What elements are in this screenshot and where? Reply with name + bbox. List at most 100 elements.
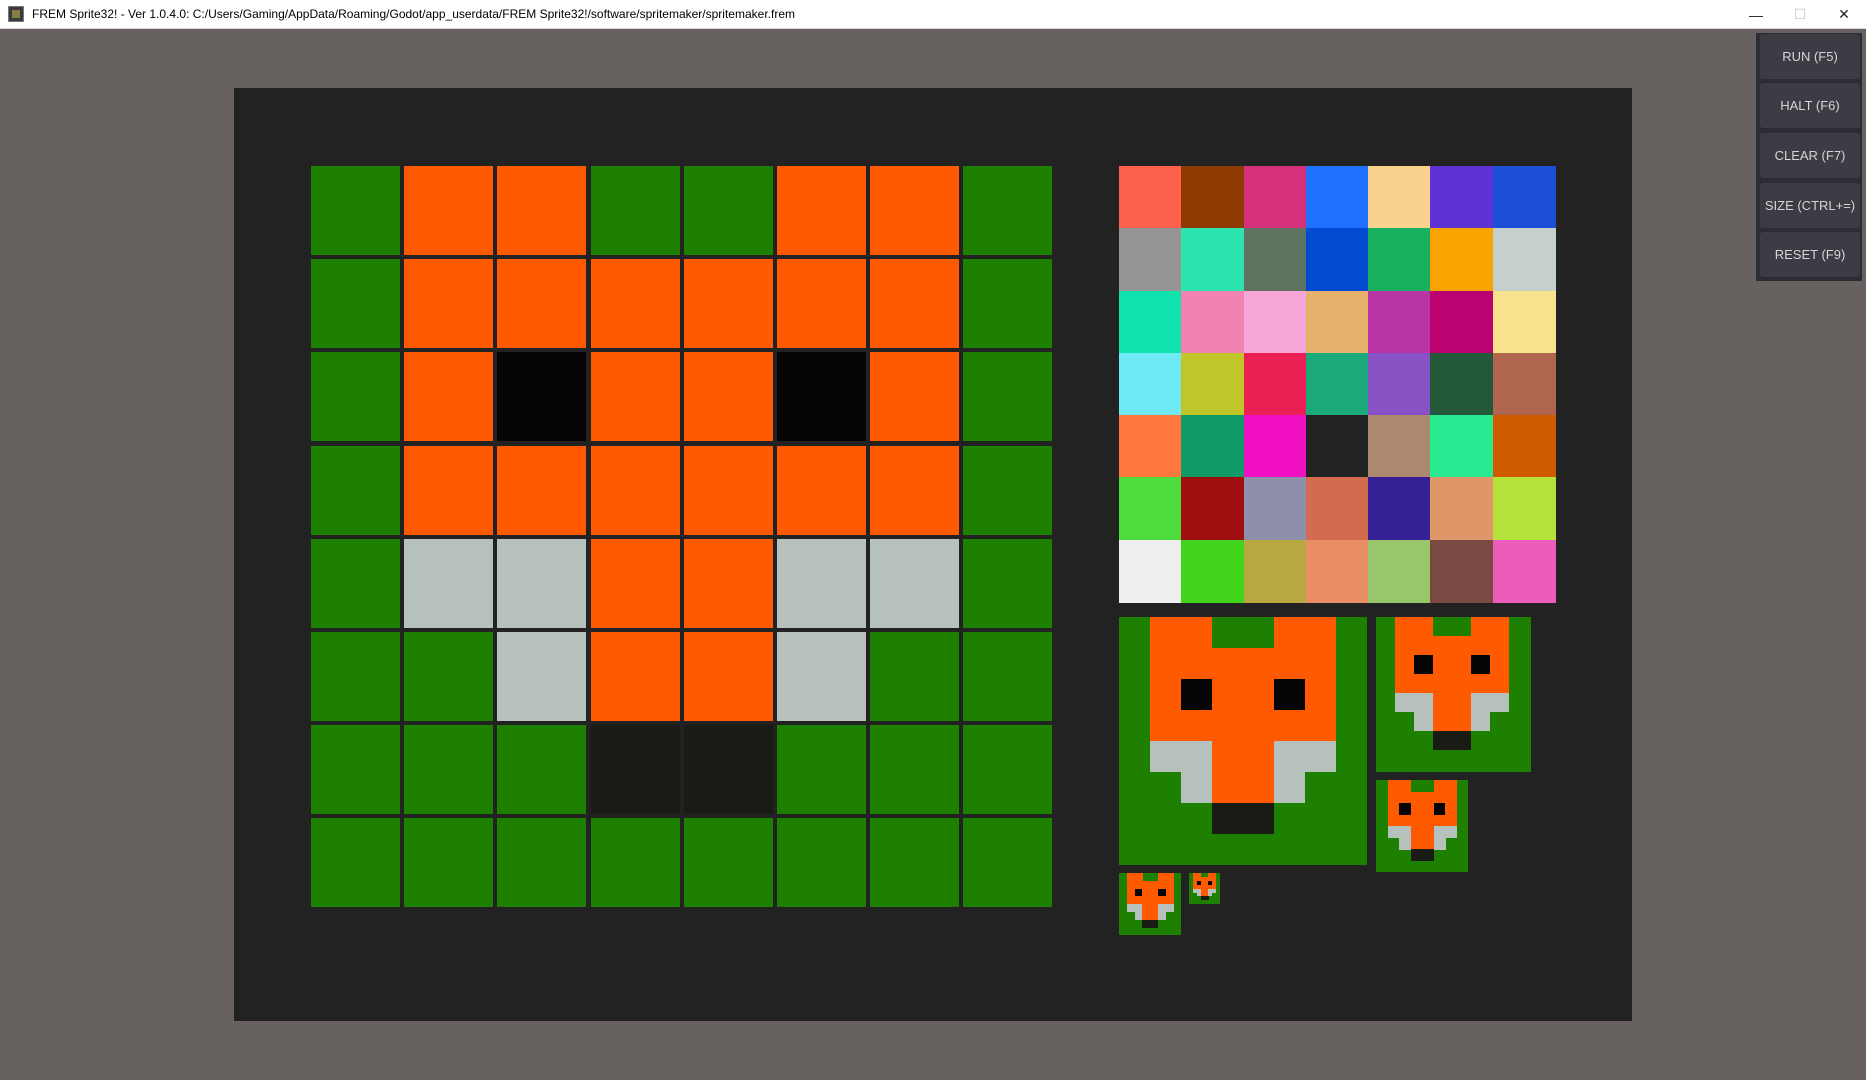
palette-swatch[interactable]: [1244, 477, 1307, 540]
palette-swatch[interactable]: [1430, 291, 1493, 354]
pixel-cell[interactable]: [777, 166, 866, 255]
pixel-cell[interactable]: [591, 446, 680, 535]
pixel-cell[interactable]: [684, 166, 773, 255]
maximize-button[interactable]: ☐: [1778, 0, 1822, 29]
pixel-cell[interactable]: [963, 352, 1052, 441]
palette-swatch[interactable]: [1493, 415, 1556, 478]
pixel-cell[interactable]: [404, 166, 493, 255]
pixel-cell[interactable]: [404, 632, 493, 721]
palette-swatch[interactable]: [1181, 540, 1244, 603]
pixel-cell[interactable]: [497, 632, 586, 721]
palette-swatch[interactable]: [1244, 291, 1307, 354]
palette-swatch[interactable]: [1181, 477, 1244, 540]
pixel-cell[interactable]: [870, 259, 959, 348]
pixel-cell[interactable]: [404, 352, 493, 441]
close-button[interactable]: ✕: [1822, 0, 1866, 29]
palette-swatch[interactable]: [1368, 477, 1431, 540]
pixel-cell[interactable]: [591, 818, 680, 907]
pixel-cell[interactable]: [684, 725, 773, 814]
pixel-cell[interactable]: [404, 446, 493, 535]
palette-swatch[interactable]: [1430, 166, 1493, 229]
palette-swatch[interactable]: [1181, 353, 1244, 416]
palette-swatch[interactable]: [1119, 291, 1182, 354]
pixel-cell[interactable]: [684, 259, 773, 348]
pixel-cell[interactable]: [404, 539, 493, 628]
palette-swatch[interactable]: [1181, 228, 1244, 291]
pixel-cell[interactable]: [870, 539, 959, 628]
palette-swatch[interactable]: [1119, 166, 1182, 229]
palette-swatch[interactable]: [1244, 166, 1307, 229]
pixel-cell[interactable]: [963, 632, 1052, 721]
palette-swatch[interactable]: [1493, 477, 1556, 540]
pixel-cell[interactable]: [497, 539, 586, 628]
pixel-cell[interactable]: [684, 352, 773, 441]
pixel-cell[interactable]: [404, 725, 493, 814]
palette-swatch[interactable]: [1306, 540, 1369, 603]
minimize-button[interactable]: —: [1734, 0, 1778, 29]
pixel-cell[interactable]: [404, 259, 493, 348]
pixel-cell[interactable]: [591, 166, 680, 255]
pixel-cell[interactable]: [497, 446, 586, 535]
palette-swatch[interactable]: [1430, 540, 1493, 603]
palette-swatch[interactable]: [1306, 228, 1369, 291]
palette-swatch[interactable]: [1244, 540, 1307, 603]
clear-button[interactable]: CLEAR (F7): [1760, 133, 1860, 178]
pixel-cell[interactable]: [497, 725, 586, 814]
pixel-cell[interactable]: [870, 818, 959, 907]
pixel-cell[interactable]: [591, 539, 680, 628]
pixel-cell[interactable]: [870, 632, 959, 721]
pixel-cell[interactable]: [777, 818, 866, 907]
pixel-cell[interactable]: [963, 818, 1052, 907]
palette-swatch[interactable]: [1119, 353, 1182, 416]
pixel-cell[interactable]: [870, 446, 959, 535]
palette-swatch[interactable]: [1493, 166, 1556, 229]
pixel-cell[interactable]: [870, 166, 959, 255]
palette-swatch[interactable]: [1306, 477, 1369, 540]
pixel-cell[interactable]: [497, 352, 586, 441]
palette-swatch[interactable]: [1368, 353, 1431, 416]
pixel-cell[interactable]: [311, 539, 400, 628]
palette-swatch[interactable]: [1430, 415, 1493, 478]
pixel-cell[interactable]: [963, 166, 1052, 255]
pixel-cell[interactable]: [591, 259, 680, 348]
pixel-cell[interactable]: [497, 818, 586, 907]
pixel-cell[interactable]: [311, 166, 400, 255]
pixel-cell[interactable]: [963, 446, 1052, 535]
pixel-cell[interactable]: [777, 259, 866, 348]
pixel-cell[interactable]: [311, 725, 400, 814]
pixel-cell[interactable]: [311, 446, 400, 535]
pixel-cell[interactable]: [497, 166, 586, 255]
palette-swatch[interactable]: [1181, 166, 1244, 229]
pixel-cell[interactable]: [311, 632, 400, 721]
pixel-cell[interactable]: [591, 632, 680, 721]
palette-swatch[interactable]: [1244, 415, 1307, 478]
pixel-cell[interactable]: [311, 352, 400, 441]
palette-swatch[interactable]: [1493, 353, 1556, 416]
pixel-cell[interactable]: [684, 632, 773, 721]
palette-swatch[interactable]: [1119, 477, 1182, 540]
palette-swatch[interactable]: [1306, 166, 1369, 229]
palette-swatch[interactable]: [1244, 228, 1307, 291]
pixel-cell[interactable]: [963, 539, 1052, 628]
pixel-cell[interactable]: [777, 446, 866, 535]
palette-swatch[interactable]: [1493, 228, 1556, 291]
palette-swatch[interactable]: [1430, 228, 1493, 291]
palette-swatch[interactable]: [1306, 353, 1369, 416]
pixel-cell[interactable]: [311, 818, 400, 907]
palette-swatch[interactable]: [1181, 415, 1244, 478]
pixel-cell[interactable]: [777, 352, 866, 441]
pixel-cell[interactable]: [684, 818, 773, 907]
halt-button[interactable]: HALT (F6): [1760, 83, 1860, 128]
palette-swatch[interactable]: [1119, 415, 1182, 478]
reset-button[interactable]: RESET (F9): [1760, 232, 1860, 277]
palette-swatch[interactable]: [1493, 291, 1556, 354]
palette-swatch[interactable]: [1368, 228, 1431, 291]
pixel-cell[interactable]: [591, 725, 680, 814]
palette-swatch[interactable]: [1368, 166, 1431, 229]
color-palette[interactable]: [1119, 166, 1555, 602]
palette-swatch[interactable]: [1493, 540, 1556, 603]
pixel-cell[interactable]: [684, 446, 773, 535]
pixel-cell[interactable]: [777, 539, 866, 628]
pixel-cell[interactable]: [777, 725, 866, 814]
palette-swatch[interactable]: [1244, 353, 1307, 416]
